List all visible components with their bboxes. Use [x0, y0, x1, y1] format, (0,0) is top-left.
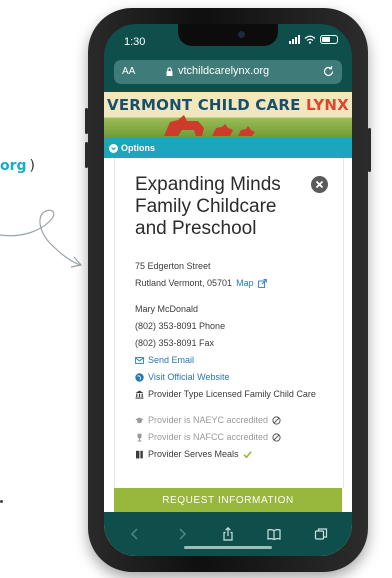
envelope-icon — [135, 357, 144, 364]
bullet-dot — [0, 500, 3, 503]
chevron-circle-icon — [109, 143, 118, 153]
bookmarks-icon[interactable] — [267, 527, 281, 541]
phone-number: (802) 353-8091 Phone — [135, 321, 226, 331]
options-label: Options — [121, 143, 155, 153]
power-button — [368, 128, 371, 172]
website-link[interactable]: Visit Official Website — [148, 369, 230, 386]
volume-down-button — [85, 142, 88, 168]
volume-up-button — [85, 108, 88, 134]
url-text: vtchildcarelynx.org — [178, 65, 270, 77]
provider-name: Expanding Minds Family Childcare and Pre… — [135, 174, 281, 239]
fax-number: (802) 353-8091 Fax — [135, 338, 215, 348]
paren: ) — [29, 158, 36, 174]
cellular-signal-icon — [289, 35, 300, 44]
city-text: Rutland Vermont, 05701 — [135, 278, 233, 288]
tabs-icon[interactable] — [314, 527, 328, 541]
send-email-link[interactable]: Send Email — [148, 352, 194, 369]
provider-type-text: Provider Type Licensed Family Child Care — [148, 389, 316, 399]
street-address: 75 Edgerton Street — [135, 261, 211, 271]
phone-screen: 1:30 AA vtchildcarelynx.org VERMONT CHIL… — [104, 24, 352, 556]
institution-icon — [135, 390, 144, 399]
lynx-silhouette-art — [164, 115, 255, 136]
graduation-cap-icon — [135, 417, 144, 424]
utensils-icon — [136, 450, 143, 459]
reload-icon[interactable] — [322, 65, 335, 78]
nafcc-row: Provider is NAFCC accredited — [135, 429, 335, 446]
naeyc-text: Provider is NAEYC accredited — [148, 415, 269, 425]
status-time: 1:30 — [124, 36, 146, 48]
status-icons — [289, 35, 338, 44]
options-toggle[interactable]: Options — [104, 138, 352, 158]
close-icon[interactable] — [311, 176, 328, 193]
trophy-icon — [137, 433, 142, 442]
provider-type-row: Provider Type Licensed Family Child Care — [135, 386, 335, 403]
site-banner[interactable]: VERMONT CHILD CARE LYNX — [104, 92, 352, 138]
safari-toolbar — [104, 512, 352, 556]
checkmark-icon — [243, 451, 252, 459]
web-page: VERMONT CHILD CARE LYNX Options Expandin… — [104, 92, 352, 556]
text-size-button[interactable]: AA — [122, 66, 135, 77]
website-row[interactable]: Visit Official Website — [135, 369, 335, 386]
provider-details: 75 Edgerton Street Rutland Vermont, 0570… — [135, 258, 335, 463]
naeyc-row: Provider is NAEYC accredited — [135, 412, 335, 429]
back-icon[interactable] — [128, 527, 142, 541]
contact-name: Mary McDonald — [135, 304, 199, 314]
curved-arrow-icon — [0, 209, 83, 268]
meals-text: Provider Serves Meals — [148, 449, 239, 459]
cropped-url-text: org) — [0, 158, 35, 174]
city-row: Rutland Vermont, 05701 Map — [135, 275, 335, 292]
external-link-icon[interactable] — [257, 279, 267, 288]
front-camera — [238, 31, 245, 38]
request-information-button[interactable]: REQUEST INFORMATION — [114, 488, 342, 512]
map-link[interactable]: Map — [236, 275, 254, 292]
ban-icon — [272, 416, 281, 425]
phone-frame: 1:30 AA vtchildcarelynx.org VERMONT CHIL… — [85, 8, 371, 572]
meals-row: Provider Serves Meals — [135, 446, 335, 463]
url-display[interactable]: vtchildcarelynx.org — [166, 65, 269, 77]
wifi-icon — [304, 35, 316, 44]
home-indicator — [184, 546, 272, 549]
globe-icon — [135, 373, 144, 382]
battery-icon — [320, 35, 338, 44]
url-fragment: org — [0, 158, 27, 174]
ban-icon — [272, 433, 281, 442]
send-email-row[interactable]: Send Email — [135, 352, 335, 369]
provider-card: Expanding Minds Family Childcare and Pre… — [114, 158, 344, 488]
lock-icon — [166, 66, 173, 76]
address-bar[interactable]: AA vtchildcarelynx.org — [114, 60, 342, 84]
nafcc-text: Provider is NAFCC accredited — [148, 432, 269, 442]
forward-icon[interactable] — [175, 527, 189, 541]
notch — [178, 24, 278, 46]
share-icon[interactable] — [221, 527, 235, 541]
